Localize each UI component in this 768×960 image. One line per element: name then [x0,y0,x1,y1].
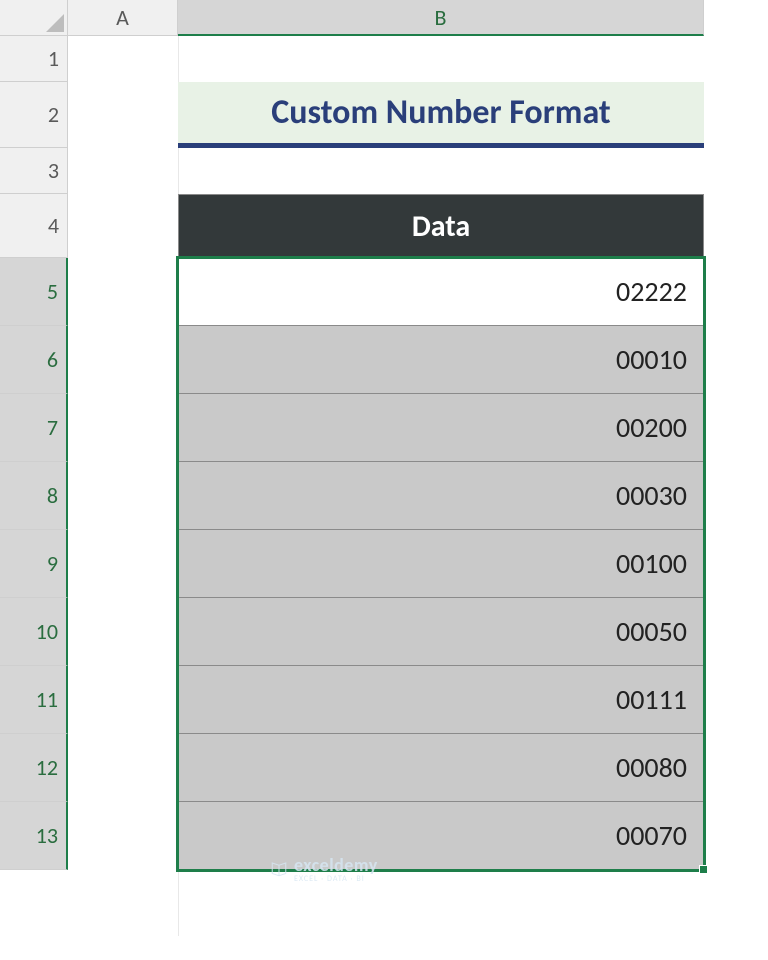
watermark: exceldemy EXCEL · DATA · BI [270,854,378,884]
title-cell[interactable]: Custom Number Format [178,82,704,148]
row-header-11[interactable]: 11 [0,666,68,734]
spreadsheet-grid: A B 1 2 3 4 5 6 7 8 9 10 11 12 13 Custom… [0,0,768,960]
row-header-10[interactable]: 10 [0,598,68,666]
row-header-8[interactable]: 8 [0,462,68,530]
select-all-triangle-icon [46,14,64,32]
select-all-corner[interactable] [0,0,68,36]
data-cell-b7[interactable]: 00200 [178,394,704,462]
row-headers: 1 2 3 4 5 6 7 8 9 10 11 12 13 [0,36,68,870]
row-header-5[interactable]: 5 [0,258,68,326]
column-headers: A B [68,0,704,36]
row-header-2[interactable]: 2 [0,82,68,148]
row-header-13[interactable]: 13 [0,802,68,870]
row-header-12[interactable]: 12 [0,734,68,802]
row-header-1[interactable]: 1 [0,36,68,82]
table-header-cell[interactable]: Data [178,194,704,258]
row-header-9[interactable]: 9 [0,530,68,598]
column-header-b[interactable]: B [178,0,704,36]
data-cell-b5[interactable]: 02222 [178,258,704,326]
data-cell-b6[interactable]: 00010 [178,326,704,394]
row-header-6[interactable]: 6 [0,326,68,394]
watermark-brand: exceldemy [294,854,378,876]
data-range: 02222 00010 00200 00030 00100 00050 0011… [178,258,704,870]
data-cell-b10[interactable]: 00050 [178,598,704,666]
row-header-4[interactable]: 4 [0,194,68,258]
book-icon [270,860,288,878]
row-header-7[interactable]: 7 [0,394,68,462]
data-cell-b8[interactable]: 00030 [178,462,704,530]
data-cell-b9[interactable]: 00100 [178,530,704,598]
column-header-a[interactable]: A [68,0,178,36]
data-cell-b13[interactable]: 00070 [178,802,704,870]
data-cell-b11[interactable]: 00111 [178,666,704,734]
data-cell-b12[interactable]: 00080 [178,734,704,802]
row-header-3[interactable]: 3 [0,148,68,194]
